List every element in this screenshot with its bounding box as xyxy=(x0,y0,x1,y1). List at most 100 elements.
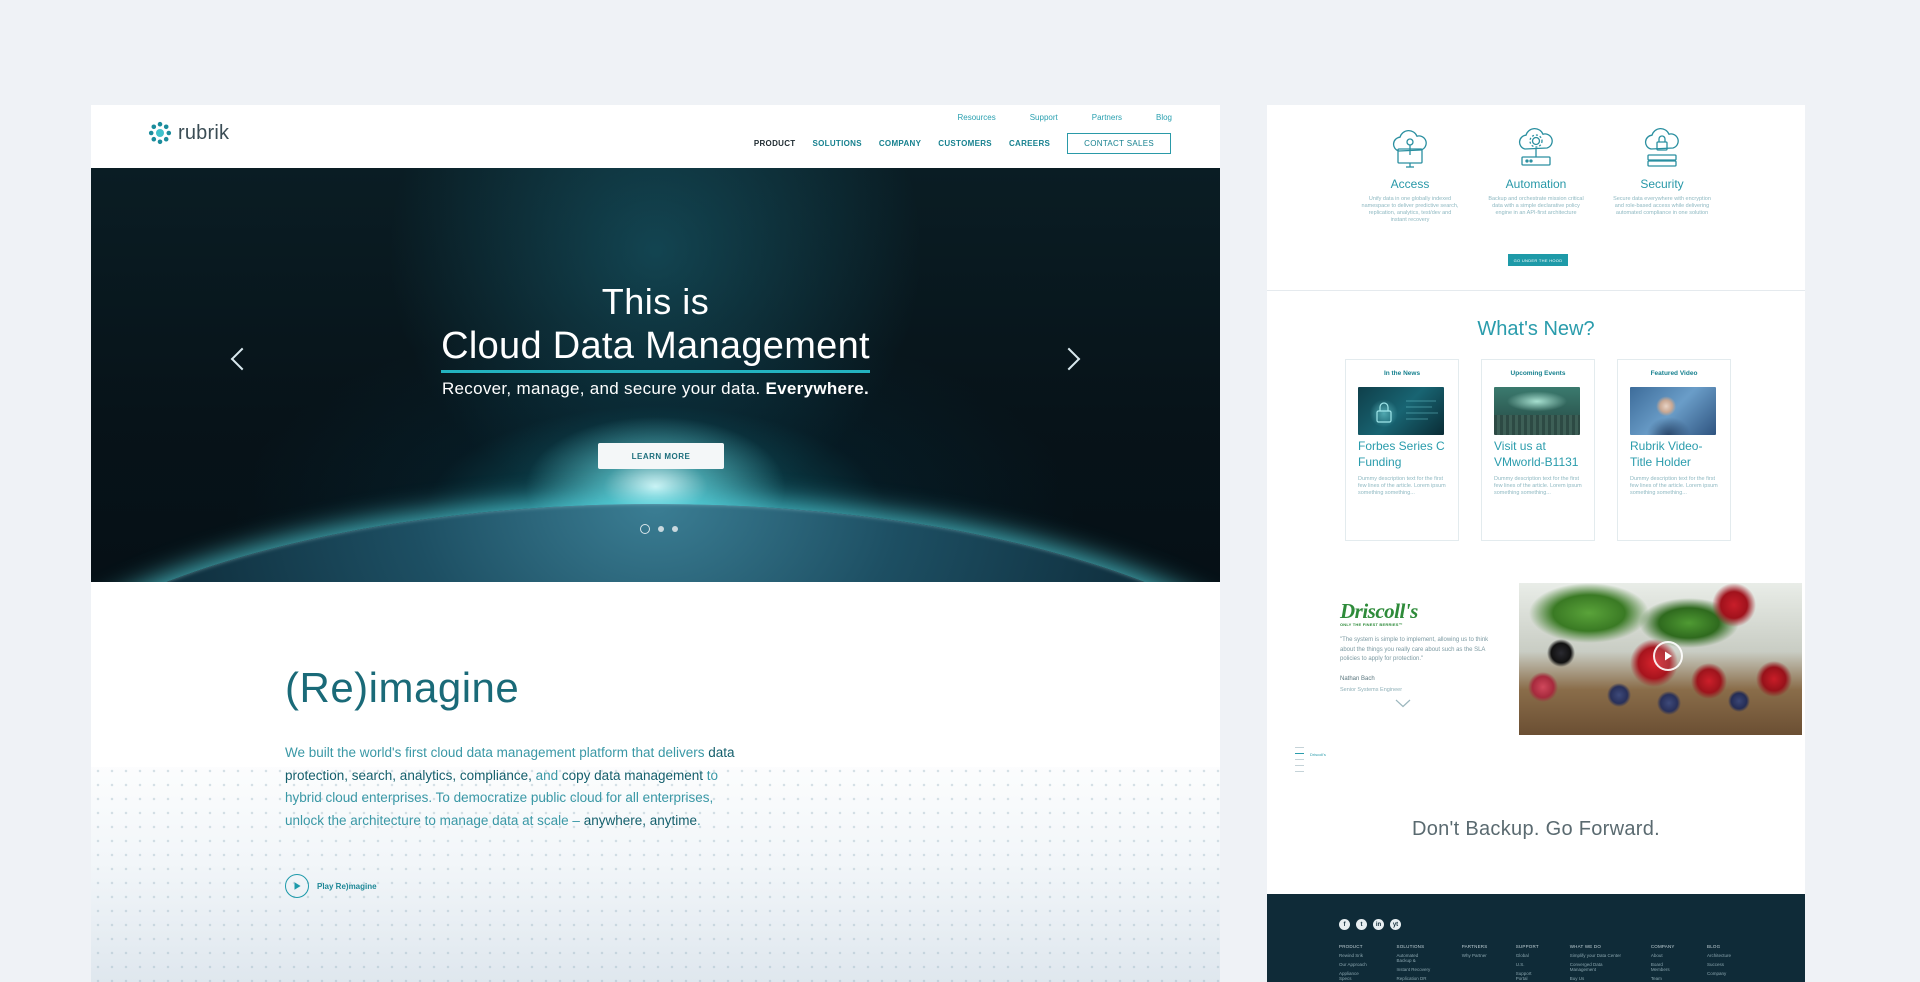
hero-line-2: Cloud Data Management xyxy=(441,325,870,373)
footer-columns: PRODUCT Rewind Srik Our Approach Applian… xyxy=(1339,944,1733,981)
homepage-lower-mockup: Access Unify data in one globally indexe… xyxy=(1267,105,1805,982)
feature-desc: Backup and orchestrate mission critical … xyxy=(1488,196,1584,216)
footer-heading: SOLUTIONS xyxy=(1396,944,1425,949)
footer-link[interactable]: Automated Backup & xyxy=(1397,953,1434,963)
footer-heading: WHAT WE DO xyxy=(1569,944,1602,949)
footer-link[interactable]: Replication DR xyxy=(1397,976,1434,981)
twitter-icon[interactable]: t xyxy=(1356,919,1367,930)
facebook-icon[interactable]: f xyxy=(1339,919,1350,930)
news-card-upcoming-events[interactable]: Upcoming Events Visit us at VMworld-B113… xyxy=(1481,359,1595,541)
hero-subtitle: Recover, manage, and secure your data. E… xyxy=(91,379,1220,399)
footer-link[interactable]: Architecture xyxy=(1707,953,1733,958)
nav-item-product[interactable]: PRODUCT xyxy=(754,139,796,148)
pager-item[interactable] xyxy=(1295,747,1304,748)
footer-link[interactable]: Simplify your Data Center xyxy=(1570,953,1623,958)
footer-link[interactable]: Buy Us xyxy=(1570,976,1623,981)
cloud-security-icon xyxy=(1644,127,1679,167)
news-image-conference xyxy=(1494,387,1580,435)
footer-link[interactable]: Global xyxy=(1516,953,1542,958)
pager-item[interactable] xyxy=(1295,765,1304,766)
berries-video-thumbnail[interactable] xyxy=(1519,583,1802,735)
carousel-dot-1[interactable] xyxy=(640,524,650,534)
carousel-dot-3[interactable] xyxy=(672,526,678,532)
news-card-featured-video[interactable]: Featured Video Rubrik Video-Title Holder… xyxy=(1617,359,1731,541)
contact-sales-button[interactable]: CONTACT SALES xyxy=(1067,133,1171,154)
news-card-in-the-news[interactable]: In the News Forbes Series C Funding Dumm… xyxy=(1345,359,1459,541)
pager-active-label: Driscoll's xyxy=(1310,752,1326,757)
footer-link[interactable]: Instant Recovery xyxy=(1397,967,1434,972)
chevron-down-icon[interactable] xyxy=(1395,699,1411,708)
top-link-support[interactable]: Support xyxy=(1030,113,1058,122)
footer-col-product: PRODUCT Rewind Srik Our Approach Applian… xyxy=(1339,944,1369,981)
footer-heading: SUPPORT xyxy=(1515,944,1539,949)
driscolls-logo: Driscoll's ONLY THE FINEST BERRIES™ xyxy=(1340,599,1418,627)
linkedin-icon[interactable]: in xyxy=(1373,919,1384,930)
news-image-video xyxy=(1630,387,1716,435)
utility-links: Resources Support Partners Blog xyxy=(957,113,1172,122)
feature-desc: Secure data everywhere with encryption a… xyxy=(1613,196,1711,216)
footer-heading: PRODUCT xyxy=(1339,944,1363,949)
news-image-lock xyxy=(1358,387,1444,435)
footer-link[interactable]: Why Partner xyxy=(1462,953,1488,958)
news-title[interactable]: Visit us at VMworld-B1131 xyxy=(1494,439,1582,470)
reimagine-body: We built the world's first cloud data ma… xyxy=(285,742,745,832)
pager-item[interactable] xyxy=(1295,759,1304,760)
video-play-icon[interactable] xyxy=(1653,641,1683,671)
footer-link[interactable]: U.S. xyxy=(1516,962,1542,967)
homepage-mockup: rubrik Resources Support Partners Blog P… xyxy=(91,105,1220,982)
footer-col-solutions: SOLUTIONS Automated Backup & Instant Rec… xyxy=(1397,944,1434,981)
nav-item-company[interactable]: COMPANY xyxy=(879,139,921,148)
news-title[interactable]: Forbes Series C Funding xyxy=(1358,439,1446,470)
footer-link[interactable]: Success xyxy=(1707,962,1733,967)
cloud-access-icon xyxy=(1392,129,1427,168)
footer-link[interactable]: Company xyxy=(1707,971,1733,976)
testimonial-name: Nathan Bach xyxy=(1340,676,1375,682)
news-category: Upcoming Events xyxy=(1510,370,1566,377)
body-text: and xyxy=(531,767,562,783)
header-nav: rubrik Resources Support Partners Blog P… xyxy=(91,105,1220,168)
top-link-resources[interactable]: Resources xyxy=(957,113,995,122)
pager-item[interactable] xyxy=(1295,771,1304,772)
nav-item-solutions[interactable]: SOLUTIONS xyxy=(812,139,861,148)
rubrik-logo[interactable]: rubrik xyxy=(148,121,229,145)
top-link-blog[interactable]: Blog xyxy=(1156,113,1172,122)
reimagine-section: (Re)imagine We built the world's first c… xyxy=(91,582,1220,982)
news-title[interactable]: Rubrik Video-Title Holder xyxy=(1630,439,1718,470)
nav-item-careers[interactable]: CAREERS xyxy=(1009,139,1050,148)
play-reimagine-link[interactable]: Play Re)magine xyxy=(285,874,377,898)
feature-desc: Unify data in one globally indexed names… xyxy=(1361,196,1459,223)
nav-item-customers[interactable]: CUSTOMERS xyxy=(938,139,992,148)
feature-title: Access xyxy=(1390,177,1430,191)
carousel-dots xyxy=(640,524,678,534)
whats-new-title: What's New? xyxy=(1477,318,1595,340)
youtube-icon[interactable]: yt xyxy=(1390,919,1401,930)
top-link-partners[interactable]: Partners xyxy=(1092,113,1122,122)
footer-link[interactable]: Support Portal xyxy=(1516,971,1542,981)
footer-col-company: COMPANY About Board Members Team xyxy=(1651,944,1679,981)
body-highlight: copy data management xyxy=(561,767,703,783)
play-icon[interactable] xyxy=(285,874,309,898)
hero-carousel: This is Cloud Data Management Recover, m… xyxy=(91,168,1220,582)
feature-security: Security Secure data everywhere with enc… xyxy=(1602,125,1722,217)
news-desc: Dummy description text for the first few… xyxy=(1494,476,1582,496)
footer-heading: BLOG xyxy=(1707,944,1721,949)
footer-link[interactable]: Appliance Specs xyxy=(1339,971,1369,981)
footer-link[interactable]: Rewind Srik xyxy=(1339,953,1369,958)
footer-link[interactable]: Board Members xyxy=(1651,962,1679,972)
padlock-icon xyxy=(1376,400,1438,423)
learn-more-button[interactable]: LEARN MORE xyxy=(598,443,724,469)
features-section: Access Unify data in one globally indexe… xyxy=(1267,105,1805,291)
footer-link[interactable]: Team xyxy=(1651,976,1679,981)
footer-link[interactable]: Converged Data Management xyxy=(1570,962,1623,972)
footer-link[interactable]: Our Approach xyxy=(1339,962,1369,967)
footer-col-support: SUPPORT Global U.S. Support Portal xyxy=(1516,944,1542,981)
footer-col-what-we-do: WHAT WE DO Simplify your Data Center Con… xyxy=(1570,944,1623,981)
feature-automation: Automation Backup and orchestrate missio… xyxy=(1476,125,1596,217)
pager-item[interactable] xyxy=(1295,753,1304,754)
play-reimagine-label[interactable]: Play Re)magine xyxy=(317,882,377,891)
footer-link[interactable]: About xyxy=(1651,953,1679,958)
site-footer: f t in yt PRODUCT Rewind Srik Our Approa… xyxy=(1267,894,1805,982)
carousel-dot-2[interactable] xyxy=(658,526,664,532)
under-the-hood-button[interactable]: GO UNDER THE HOOD xyxy=(1508,254,1568,266)
hero-headline: This is Cloud Data Management Recover, m… xyxy=(91,281,1220,399)
